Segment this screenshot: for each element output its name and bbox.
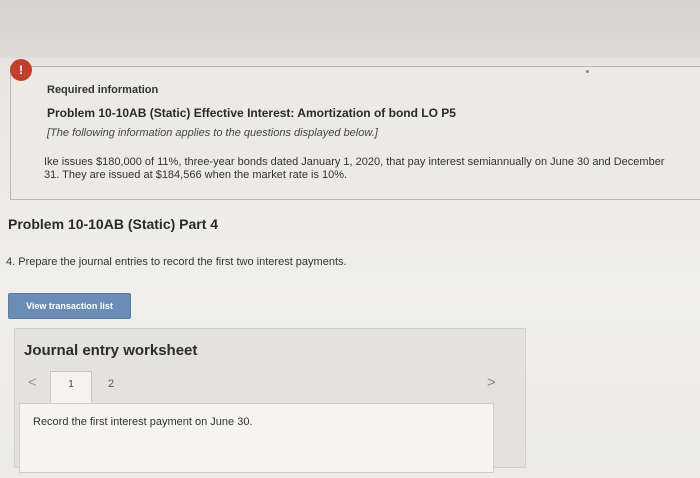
- chevron-right-icon[interactable]: >: [487, 374, 496, 391]
- entry-instruction: Record the first interest payment on Jun…: [33, 416, 253, 428]
- view-transaction-list-button[interactable]: View transaction list: [8, 293, 131, 319]
- worksheet-tab-1-label: 1: [68, 379, 74, 390]
- alert-icon: !: [10, 59, 32, 81]
- decorative-dot: [586, 70, 589, 73]
- part-title: Problem 10-10AB (Static) Part 4: [8, 216, 219, 232]
- top-background: [0, 0, 700, 58]
- worksheet-tab-2[interactable]: 2: [108, 378, 114, 390]
- question-text: 4. Prepare the journal entries to record…: [6, 256, 347, 268]
- problem-description: Ike issues $180,000 of 11%, three-year b…: [44, 156, 665, 181]
- worksheet-tab-1[interactable]: 1: [50, 371, 92, 405]
- worksheet-title: Journal entry worksheet: [24, 342, 198, 359]
- required-information-heading: Required information: [47, 84, 159, 96]
- entry-panel: [19, 403, 494, 473]
- info-note: [The following information applies to th…: [47, 127, 378, 139]
- problem-title: Problem 10-10AB (Static) Effective Inter…: [47, 106, 456, 120]
- chevron-left-icon[interactable]: <: [28, 374, 37, 391]
